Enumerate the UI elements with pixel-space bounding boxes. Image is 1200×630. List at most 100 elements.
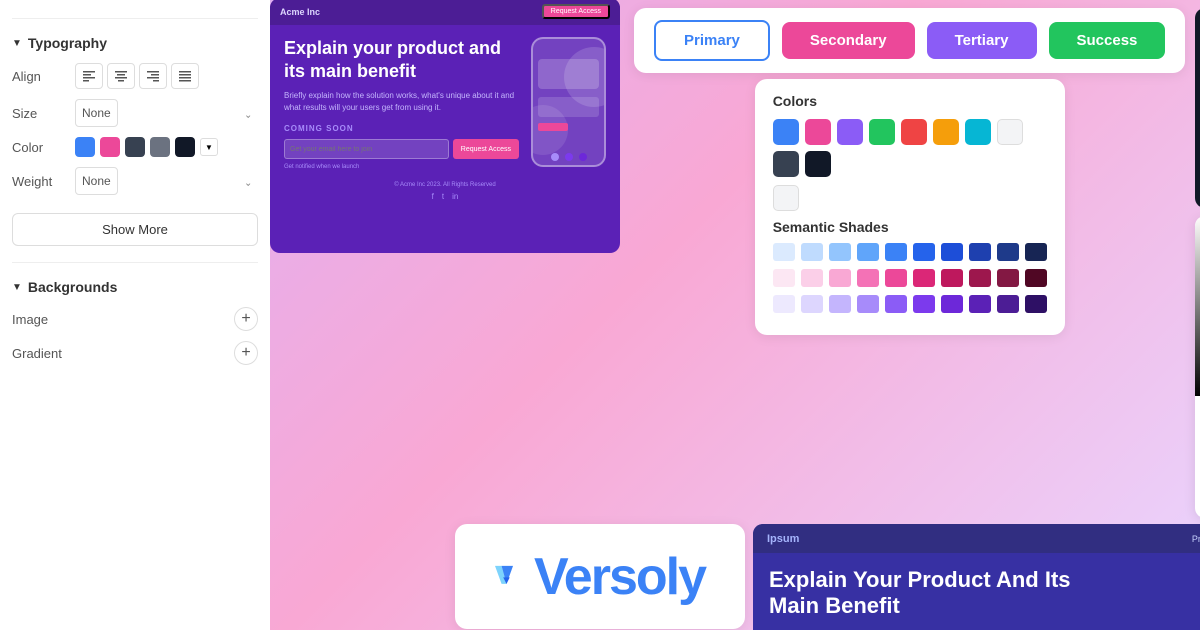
- color-purple[interactable]: [837, 119, 863, 145]
- color-presets: [1195, 468, 1200, 518]
- section-divider: [12, 262, 258, 263]
- color-swatch-pink[interactable]: [100, 137, 120, 157]
- color-white[interactable]: [997, 119, 1023, 145]
- tertiary-button[interactable]: Tertiary: [927, 22, 1037, 59]
- s-b6[interactable]: [913, 243, 935, 261]
- align-row: Align: [12, 63, 258, 89]
- s-v1[interactable]: [773, 295, 795, 313]
- purple-coming-soon: COMING SOON: [284, 124, 519, 133]
- s-b3[interactable]: [829, 243, 851, 261]
- left-panel: ▼ Typography Align S: [0, 0, 270, 630]
- purple-input-row: Request Access: [284, 139, 519, 159]
- s-b2[interactable]: [801, 243, 823, 261]
- color-swatch-black[interactable]: [175, 137, 195, 157]
- semantic-purple-row: [773, 295, 1047, 313]
- s-p7[interactable]: [941, 269, 963, 287]
- s-p6[interactable]: [913, 269, 935, 287]
- backgrounds-label: Backgrounds: [28, 279, 117, 295]
- s-p2[interactable]: [801, 269, 823, 287]
- landing-text-block: Explain Your Product And Its Main Benefi…: [769, 567, 1113, 630]
- purple-brand: Acme Inc: [280, 7, 320, 17]
- align-left-button[interactable]: [75, 63, 103, 89]
- landing-nav: Ipsum Pricing Login Download: [753, 524, 1200, 553]
- s-b10[interactable]: [1025, 243, 1047, 261]
- color-gradient-canvas[interactable]: [1195, 216, 1200, 396]
- s-v4[interactable]: [857, 295, 879, 313]
- colors-panel: Colors: [755, 79, 1065, 335]
- s-p9[interactable]: [997, 269, 1019, 287]
- image-row: Image +: [12, 307, 258, 331]
- s-v8[interactable]: [969, 295, 991, 313]
- s-b4[interactable]: [857, 243, 879, 261]
- align-center-button[interactable]: [107, 63, 135, 89]
- main-colors-row: [773, 119, 1047, 177]
- color-blue[interactable]: [773, 119, 799, 145]
- semantic-blue-row: [773, 243, 1047, 261]
- color-picker-panel: F8E71C Hex 248 R 231 G 28: [1195, 216, 1200, 518]
- color-swatch-gray[interactable]: [150, 137, 170, 157]
- s-b7[interactable]: [941, 243, 963, 261]
- s-b1[interactable]: [773, 243, 795, 261]
- purple-footer: Get notified when we launch: [284, 164, 519, 170]
- purple-email-input[interactable]: [284, 139, 449, 159]
- s-v10[interactable]: [1025, 295, 1047, 313]
- align-justify-button[interactable]: [171, 63, 199, 89]
- purple-headline: Explain your product and its main benefi…: [284, 37, 519, 82]
- color-green[interactable]: [869, 119, 895, 145]
- add-gradient-button[interactable]: +: [234, 341, 258, 365]
- weight-row: Weight None: [12, 167, 258, 195]
- semantic-title: Semantic Shades: [773, 219, 1047, 235]
- semantic-pink-row: [773, 269, 1047, 287]
- color-swatch-dark[interactable]: [125, 137, 145, 157]
- color-black[interactable]: [805, 151, 831, 177]
- color-dropdown-button[interactable]: ▼: [200, 138, 218, 156]
- align-right-button[interactable]: [139, 63, 167, 89]
- primary-button[interactable]: Primary: [654, 20, 770, 61]
- s-p5[interactable]: [885, 269, 907, 287]
- purple-submit-button[interactable]: Request Access: [453, 139, 519, 159]
- weight-label: Weight: [12, 174, 67, 189]
- extra-colors-row: [773, 185, 1047, 211]
- purple-sub: Briefly explain how the solution works, …: [284, 90, 519, 114]
- success-button[interactable]: Success: [1049, 22, 1166, 59]
- versoly-logo-container: Versoly: [455, 524, 745, 629]
- color-swatches: ▼: [75, 137, 258, 157]
- image-label: Image: [12, 312, 234, 327]
- s-v2[interactable]: [801, 295, 823, 313]
- add-image-button[interactable]: +: [234, 307, 258, 331]
- color-row: Color ▼: [12, 137, 258, 157]
- s-v6[interactable]: [913, 295, 935, 313]
- purple-nav: Acme Inc Request Access: [270, 0, 620, 25]
- weight-select-wrapper: None: [75, 167, 258, 195]
- s-v7[interactable]: [941, 295, 963, 313]
- align-buttons: [75, 63, 199, 89]
- secondary-button[interactable]: Secondary: [782, 22, 915, 59]
- size-select[interactable]: None: [75, 99, 118, 127]
- landing-link-pricing[interactable]: Pricing: [1192, 534, 1200, 544]
- s-p10[interactable]: [1025, 269, 1047, 287]
- s-v9[interactable]: [997, 295, 1019, 313]
- s-v3[interactable]: [829, 295, 851, 313]
- colors-title: Colors: [773, 93, 1047, 109]
- s-p3[interactable]: [829, 269, 851, 287]
- show-more-button[interactable]: Show More: [12, 213, 258, 246]
- s-b5[interactable]: [885, 243, 907, 261]
- s-v5[interactable]: [885, 295, 907, 313]
- color-light[interactable]: [773, 185, 799, 211]
- color-pink[interactable]: [805, 119, 831, 145]
- weight-select[interactable]: None: [75, 167, 118, 195]
- s-b9[interactable]: [997, 243, 1019, 261]
- color-red[interactable]: [901, 119, 927, 145]
- color-amber[interactable]: [933, 119, 959, 145]
- landing-brand: Ipsum: [767, 533, 799, 545]
- s-p4[interactable]: [857, 269, 879, 287]
- color-cyan[interactable]: [965, 119, 991, 145]
- s-p1[interactable]: [773, 269, 795, 287]
- s-p8[interactable]: [969, 269, 991, 287]
- color-darkgray[interactable]: [773, 151, 799, 177]
- align-label: Align: [12, 69, 67, 84]
- purple-cta-button[interactable]: Request Access: [542, 4, 610, 19]
- buttons-row: Primary Secondary Tertiary Success: [634, 8, 1185, 73]
- color-swatch-blue[interactable]: [75, 137, 95, 157]
- s-b8[interactable]: [969, 243, 991, 261]
